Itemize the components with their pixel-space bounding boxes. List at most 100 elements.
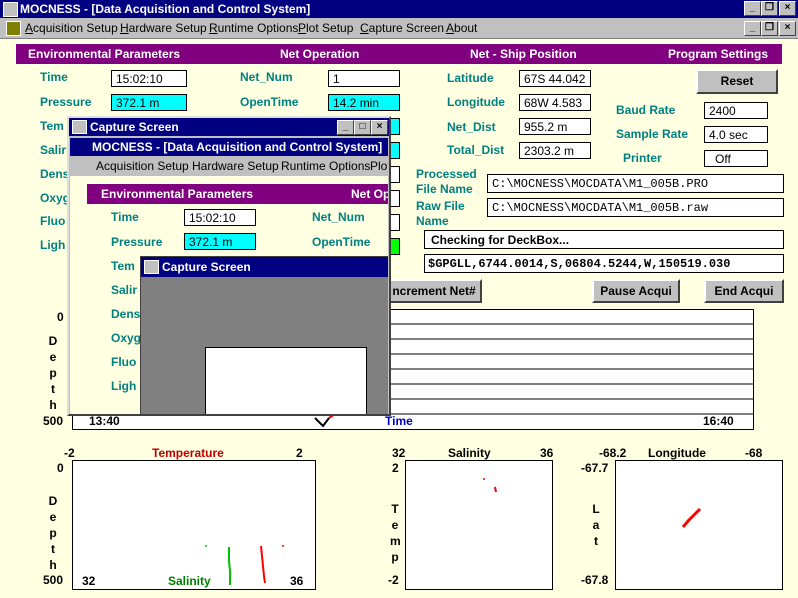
capture-window-title: Capture Screen	[90, 120, 179, 134]
capture-minimize-icon[interactable]: _	[337, 120, 354, 135]
env-header: Environmental Parameters	[28, 47, 181, 61]
pause-acqui-button[interactable]: Pause Acqui	[592, 279, 680, 303]
ts-plot-top-left: 32	[392, 446, 406, 460]
menu-acquisition-setup[interactable]: Acquisition Setup	[25, 21, 118, 35]
track-plot-top-right: -68	[745, 446, 763, 460]
reset-button[interactable]: Reset	[696, 69, 778, 94]
end-acqui-button[interactable]: End Acqui	[704, 279, 784, 303]
opentime-label: OpenTime	[240, 95, 299, 109]
latitude-field: 67S 44.042	[519, 70, 591, 87]
netship-header: Net - Ship Position	[470, 47, 577, 61]
netdist-field: 955.2 m	[519, 118, 591, 135]
gps-string: $GPGLL,6744.0014,S,06804.5244,W,150519.0…	[424, 254, 784, 273]
preview-menu-bar: Acquisition Setup Hardware Setup Runtime…	[70, 156, 388, 176]
time-field: 15:02:10	[111, 70, 187, 87]
app-icon	[3, 2, 18, 17]
temp-plot-bottom-right: 36	[290, 574, 304, 588]
capture-close-icon[interactable]: ×	[371, 120, 388, 135]
temp-plot-top-label: Temperature	[152, 446, 224, 460]
menu-hardware-setup[interactable]: Hardware Setup	[120, 21, 207, 35]
baudrate-label: Baud Rate	[616, 103, 676, 117]
menu-plot-setup[interactable]: Plot Setup	[298, 21, 353, 35]
temperature-label: Tem	[40, 119, 64, 133]
temp-plot-top-left: -2	[64, 446, 75, 460]
track-plot-ylabel: Lat	[592, 502, 600, 548]
temp-plot-top-right: 2	[296, 446, 303, 460]
raw-label-1: Raw File	[416, 199, 465, 213]
increment-net-button[interactable]: ncrement Net#	[386, 279, 482, 303]
longitude-label: Longitude	[447, 95, 505, 109]
track-plot	[615, 460, 783, 590]
status-message: Checking for DeckBox...	[424, 230, 784, 249]
printer-label: Printer	[623, 151, 662, 165]
opentime-field: 14.2 min	[328, 94, 400, 111]
time-plot-x-start: 13:40	[89, 414, 120, 428]
processed-file-field: C:\MOCNESS\MOCDATA\M1_005B.PRO	[487, 174, 784, 193]
capture-preview: MOCNESS - [Data Acquisition and Control …	[70, 138, 388, 414]
netop-header: Net Operation	[280, 47, 360, 61]
nested-capture-window: Capture Screen	[140, 256, 388, 414]
doc-minimize-icon[interactable]: _	[744, 21, 761, 36]
density-label: Dens	[40, 167, 70, 181]
salinity-trace	[228, 547, 231, 585]
ts-plot-top-right: 36	[540, 446, 554, 460]
preview-header-bar: Environmental Parameters Net Op	[87, 184, 388, 204]
oxygen-label: Oxyg	[40, 191, 71, 205]
ts-plot-top-label: Salinity	[448, 446, 491, 460]
track-trace	[681, 507, 702, 528]
processed-label-2: File Name	[416, 182, 473, 196]
totaldist-field: 2303.2 m	[519, 142, 591, 159]
temp-salinity-traces	[205, 545, 284, 585]
temp-plot-ylabel: Depth	[48, 494, 58, 572]
ts-trace	[483, 478, 497, 493]
pressure-label: Pressure	[40, 95, 92, 109]
time-plot-x-end: 16:40	[703, 414, 734, 428]
netdist-label: Net_Dist	[447, 120, 496, 134]
time-plot-y-top: 0	[57, 310, 64, 324]
capture-window-title-bar[interactable]: Capture Screen _ □ ×	[69, 118, 389, 136]
ts-plot	[405, 460, 553, 590]
ts-plot-y-bottom: -2	[388, 573, 399, 587]
raw-label-2: Name	[416, 214, 449, 228]
menu-about[interactable]: About	[446, 21, 477, 35]
temp-salinity-plot: 32 Salinity 36	[72, 460, 316, 590]
time-label: Time	[40, 70, 68, 84]
processed-label-1: Processed	[416, 167, 477, 181]
pressure-field: 372.1 m	[111, 94, 187, 111]
program-header: Program Settings	[668, 47, 769, 61]
minimize-icon[interactable]: _	[744, 1, 761, 16]
latitude-label: Latitude	[447, 71, 494, 85]
nested-camera-icon	[144, 260, 159, 274]
nested-capture-title-bar: Capture Screen	[141, 257, 388, 277]
capture-maximize-icon[interactable]: □	[354, 120, 371, 135]
doc-close-icon[interactable]: ×	[779, 21, 796, 36]
temperature-trace	[260, 545, 266, 584]
camera-icon	[72, 120, 87, 134]
salinity-label: Salir	[40, 143, 67, 157]
menu-runtime-options[interactable]: Runtime Options	[209, 21, 298, 35]
netnum-field: 1	[328, 70, 400, 87]
track-plot-y-top: -67.7	[581, 461, 609, 475]
track-plot-y-bottom: -67.8	[581, 573, 609, 587]
samplerate-label: Sample Rate	[616, 127, 689, 141]
capture-screen-window[interactable]: Capture Screen _ □ × MOCNESS - [Data Acq…	[67, 116, 391, 416]
close-icon[interactable]: ×	[779, 1, 796, 16]
time-plot-x-label: Time	[385, 414, 413, 428]
fluorometer-label: Fluo	[40, 214, 66, 228]
baudrate-field: 2400	[704, 102, 768, 119]
restore-icon[interactable]: ❐	[761, 1, 778, 16]
time-plot-y-bottom: 500	[43, 414, 64, 428]
doc-restore-icon[interactable]: ❐	[761, 21, 778, 36]
printer-field: Off	[704, 150, 768, 167]
temp-plot-y-bottom: 500	[43, 573, 64, 587]
menu-capture-screen[interactable]: Capture Screen	[360, 21, 444, 35]
menu-bar: Acquisition Setup Hardware Setup Runtime…	[0, 18, 798, 39]
temp-plot-y-top: 0	[57, 461, 64, 475]
samplerate-field: 4.0 sec	[704, 126, 768, 143]
netnum-label: Net_Num	[240, 70, 293, 84]
light-label: Ligh	[40, 238, 66, 252]
ts-plot-ylabel: Temp	[390, 502, 401, 564]
time-plot-ylabel: Depth	[48, 334, 58, 412]
section-header-bar: Environmental Parameters Net Operation N…	[16, 44, 782, 64]
track-plot-top-label: Longitude	[648, 446, 706, 460]
